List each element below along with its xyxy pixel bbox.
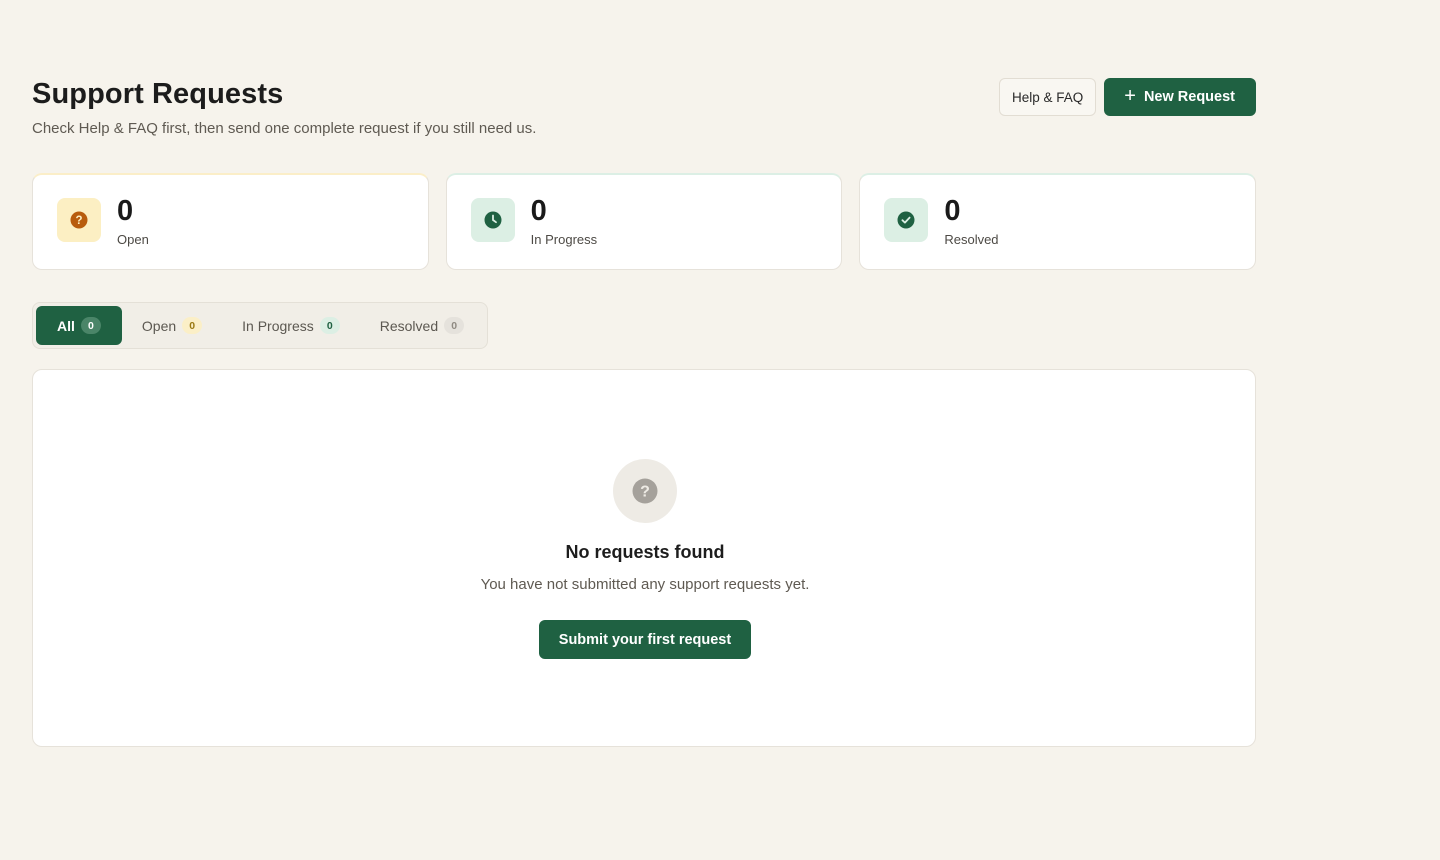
help-faq-button[interactable]: Help & FAQ [998, 78, 1097, 116]
submit-first-request-button[interactable]: Submit your first request [538, 620, 752, 659]
page-header: Support Requests Check Help & FAQ first,… [32, 78, 1256, 148]
requests-panel: ? No requests found You have not submitt… [32, 369, 1256, 747]
header-actions: Help & FAQ + New Request [998, 78, 1256, 116]
stats-row: ? 0 Open 0 In Progress 0 Resolved [32, 173, 1257, 270]
stat-label-resolved: Resolved [944, 232, 999, 247]
empty-state-text: You have not submitted any support reque… [480, 576, 810, 593]
tab-all-label: All [57, 317, 75, 334]
check-icon [884, 198, 929, 242]
tab-open[interactable]: Open 0 [122, 306, 222, 345]
stat-card-resolved: 0 Resolved [859, 173, 1257, 270]
tab-in-progress-count: 0 [319, 317, 340, 334]
stat-value-open: 0 [117, 195, 134, 227]
filter-tabs: All 0 Open 0 In Progress 0 Resolved 0 [32, 302, 489, 349]
question-icon: ? [613, 459, 677, 523]
new-request-label: New Request [1143, 89, 1235, 105]
tab-all-count: 0 [80, 317, 101, 334]
stat-card-open: ? 0 Open [32, 173, 429, 270]
new-request-button[interactable]: + New Request [1104, 78, 1256, 116]
tab-open-count: 0 [182, 317, 203, 334]
page-title: Support Requests [32, 78, 284, 110]
svg-text:?: ? [75, 215, 82, 227]
plus-icon: + [1124, 85, 1136, 107]
tab-in-progress[interactable]: In Progress 0 [222, 306, 360, 345]
tab-all[interactable]: All 0 [36, 306, 122, 345]
stat-label-open: Open [117, 232, 149, 247]
clock-icon [470, 198, 515, 242]
question-icon: ? [57, 198, 101, 242]
empty-state-actions: Submit your first request [33, 620, 1257, 659]
page-subtitle: Check Help & FAQ first, then send one co… [32, 120, 537, 137]
stat-value-in-progress: 0 [530, 195, 547, 227]
empty-state-title: No requests found [565, 542, 725, 562]
stat-label-in-progress: In Progress [530, 232, 598, 247]
tab-resolved[interactable]: Resolved 0 [360, 306, 484, 345]
tab-resolved-label: Resolved [379, 317, 439, 334]
stat-value-resolved: 0 [944, 195, 961, 227]
tab-resolved-count: 0 [444, 317, 465, 334]
tab-open-label: Open [141, 317, 177, 334]
tab-in-progress-label: In Progress [242, 317, 314, 334]
svg-text:?: ? [640, 484, 650, 501]
stat-card-in-progress: 0 In Progress [445, 173, 843, 270]
